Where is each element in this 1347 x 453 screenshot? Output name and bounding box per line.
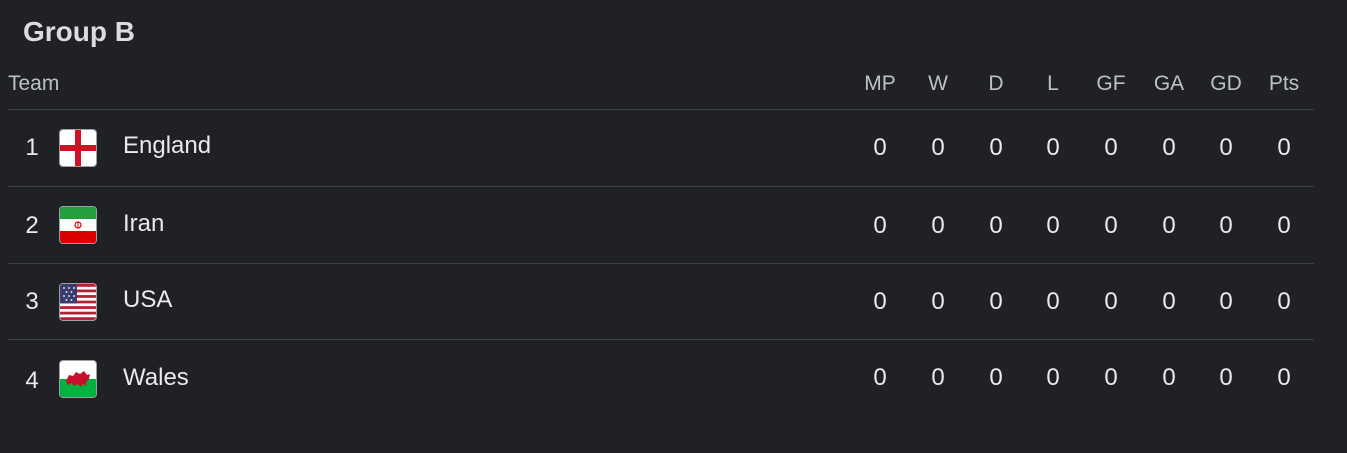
table-row-england[interactable]: 1 England 0 0 0 0 0 0 0 0 xyxy=(8,110,1314,187)
stat-l: 0 xyxy=(1046,288,1060,315)
stat-gd: 0 xyxy=(1219,212,1233,239)
column-header-team: Team xyxy=(8,72,60,95)
stat-d: 0 xyxy=(989,212,1003,239)
column-header-ga: GA xyxy=(1153,72,1185,95)
team-rank: 1 xyxy=(25,134,39,161)
stat-ga: 0 xyxy=(1162,212,1176,239)
team-name[interactable]: USA xyxy=(123,286,172,314)
stat-w: 0 xyxy=(931,212,945,239)
column-header-l: L xyxy=(1047,72,1059,95)
table-row-usa[interactable]: 3 USA 0 0 0 0 0 0 0 0 xyxy=(8,263,1314,340)
stat-gd: 0 xyxy=(1219,364,1233,391)
stat-mp: 0 xyxy=(873,288,887,315)
stat-gf: 0 xyxy=(1104,212,1118,239)
column-header-w: W xyxy=(928,72,948,95)
stat-pts: 0 xyxy=(1277,364,1291,391)
wales-flag-icon xyxy=(59,360,97,398)
group-title: Group B xyxy=(23,16,135,47)
stat-pts: 0 xyxy=(1277,288,1291,315)
stat-pts: 0 xyxy=(1277,134,1291,161)
stat-gd: 0 xyxy=(1219,134,1233,161)
stat-l: 0 xyxy=(1046,212,1060,239)
stat-mp: 0 xyxy=(873,364,887,391)
team-rank: 4 xyxy=(25,367,39,394)
stat-w: 0 xyxy=(931,134,945,161)
team-rank: 2 xyxy=(25,212,39,239)
stat-mp: 0 xyxy=(873,212,887,239)
table-header: Team MP W D L GF GA GD Pts xyxy=(8,70,1314,110)
usa-flag-icon xyxy=(59,283,97,321)
stat-gd: 0 xyxy=(1219,288,1233,315)
stat-gf: 0 xyxy=(1104,364,1118,391)
stat-ga: 0 xyxy=(1162,288,1176,315)
stat-pts: 0 xyxy=(1277,212,1291,239)
column-header-gd: GD xyxy=(1210,72,1242,95)
stat-l: 0 xyxy=(1046,364,1060,391)
team-name[interactable]: Wales xyxy=(123,364,189,392)
stat-gf: 0 xyxy=(1104,134,1118,161)
stat-w: 0 xyxy=(931,288,945,315)
stat-d: 0 xyxy=(989,364,1003,391)
stat-l: 0 xyxy=(1046,134,1060,161)
team-name[interactable]: Iran xyxy=(123,210,164,238)
stat-gf: 0 xyxy=(1104,288,1118,315)
table-row-wales[interactable]: 4 Wales 0 0 0 0 0 0 0 0 xyxy=(8,339,1314,415)
iran-flag-icon xyxy=(59,206,97,244)
stat-w: 0 xyxy=(931,364,945,391)
team-rank: 3 xyxy=(25,288,39,315)
stat-ga: 0 xyxy=(1162,364,1176,391)
team-name[interactable]: England xyxy=(123,132,211,160)
stat-ga: 0 xyxy=(1162,134,1176,161)
table-row-iran[interactable]: 2 Iran 0 0 0 0 0 0 0 0 xyxy=(8,187,1314,264)
column-header-d: D xyxy=(988,72,1004,95)
stat-d: 0 xyxy=(989,288,1003,315)
england-flag-icon xyxy=(59,129,97,167)
stat-d: 0 xyxy=(989,134,1003,161)
stat-mp: 0 xyxy=(873,134,887,161)
column-header-gf: GF xyxy=(1096,72,1126,95)
column-header-pts: Pts xyxy=(1268,72,1300,95)
column-header-mp: MP xyxy=(864,72,896,95)
